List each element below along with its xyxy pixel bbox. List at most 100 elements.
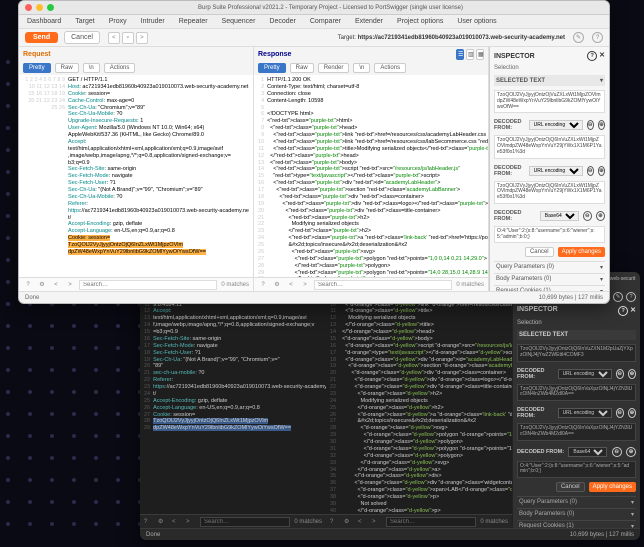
- add-icon[interactable]: ⊕: [596, 211, 605, 221]
- layout-combined-icon[interactable]: ▦: [476, 49, 484, 60]
- tab-pretty-res[interactable]: Pretty: [258, 63, 286, 73]
- encoding-select-3[interactable]: Base64: [540, 211, 579, 221]
- add-icon[interactable]: ⊕: [628, 369, 636, 379]
- remove-icon[interactable]: ⊖: [612, 447, 622, 457]
- tab-raw[interactable]: Raw: [55, 63, 79, 73]
- add-icon[interactable]: ⊕: [598, 120, 605, 130]
- tab-render-res[interactable]: Render: [318, 63, 350, 73]
- menu-extender[interactable]: Extender: [355, 18, 383, 25]
- decoded-value-2[interactable]: TzoQOlJ2VyJjyyjOntzOjQ6InVuZXLxWt1MjpZOV…: [494, 181, 605, 204]
- decoded-value-3[interactable]: O:4:"User":2:{s:8:"username";s:6:"wiener…: [494, 226, 605, 244]
- tab-actions-res[interactable]: Actions: [374, 63, 406, 73]
- help-icon[interactable]: ?: [587, 51, 597, 61]
- inspector-section[interactable]: Query Parameters (0)▾: [517, 496, 636, 508]
- search-settings-icon[interactable]: ⚙: [272, 280, 282, 290]
- search-help-icon[interactable]: ?: [144, 519, 154, 525]
- remove-icon[interactable]: ⊖: [587, 166, 594, 176]
- history-dropdown-icon[interactable]: ▾: [122, 32, 134, 44]
- search-prev-icon[interactable]: <: [358, 519, 368, 525]
- response-search-input[interactable]: [314, 280, 452, 290]
- history-forward-icon[interactable]: >: [136, 32, 148, 44]
- menu-comparer[interactable]: Comparer: [310, 18, 341, 25]
- menu-user-options[interactable]: User options: [457, 18, 496, 25]
- help-icon[interactable]: ?: [618, 306, 628, 316]
- add-icon[interactable]: ⊕: [598, 166, 605, 176]
- inspector-section[interactable]: Body Parameters (0)▾: [517, 508, 636, 520]
- menu-project-options[interactable]: Project options: [397, 18, 443, 25]
- layout-horizontal-icon[interactable]: ☰: [456, 49, 464, 60]
- search-next-icon[interactable]: >: [372, 519, 382, 525]
- edit-target-icon[interactable]: ✎: [573, 32, 584, 43]
- send-button[interactable]: Send: [25, 32, 58, 43]
- search-settings-icon[interactable]: ⚙: [37, 280, 47, 290]
- menu-dashboard[interactable]: Dashboard: [27, 18, 61, 25]
- decoded-value-1[interactable]: TzoQOlJ2VyJjyyjOntzOjQ6InVuZXLxWt1MjpZOV…: [494, 135, 605, 158]
- minimize-icon[interactable]: [36, 4, 43, 11]
- encoding-select[interactable]: URL encoding: [558, 408, 612, 418]
- search-next-icon[interactable]: >: [65, 280, 75, 290]
- search-settings-icon[interactable]: ⚙: [344, 518, 354, 525]
- help-icon[interactable]: ?: [626, 292, 636, 302]
- request-search-input[interactable]: [79, 280, 217, 290]
- close-icon[interactable]: [25, 4, 32, 11]
- request-search-input-dark[interactable]: [200, 517, 290, 527]
- response-search-input-dark[interactable]: [386, 517, 476, 527]
- inspector-section[interactable]: Query Parameters (0)▾: [494, 261, 605, 273]
- apply-changes-button[interactable]: Apply changes: [589, 482, 636, 492]
- search-next-icon[interactable]: >: [186, 519, 196, 525]
- menu-proxy[interactable]: Proxy: [109, 18, 127, 25]
- search-next-icon[interactable]: >: [300, 280, 310, 290]
- edit-icon[interactable]: ✎: [613, 292, 623, 302]
- menu-target[interactable]: Target: [75, 18, 94, 25]
- menu-repeater[interactable]: Repeater: [179, 18, 208, 25]
- search-prev-icon[interactable]: <: [172, 519, 182, 525]
- tab-raw-res[interactable]: Raw: [290, 63, 314, 73]
- search-prev-icon[interactable]: <: [286, 280, 296, 290]
- history-back-icon[interactable]: <: [108, 32, 120, 44]
- add-icon[interactable]: ⊕: [626, 447, 636, 457]
- encoding-select[interactable]: Base64: [568, 447, 607, 457]
- decoded-value-1[interactable]: TzoQOlJ2VyJjyyjOntzOjQ6InVaXpzOlNjJ4jYZN…: [517, 384, 636, 402]
- encoding-select-1[interactable]: URL encoding: [529, 120, 583, 130]
- add-icon[interactable]: ⊕: [628, 408, 636, 418]
- search-help-icon[interactable]: ?: [23, 280, 33, 290]
- response-viewer[interactable]: 1 2 3 4 5 6 7 8 9 10 11 12 13 14 15 16 1…: [254, 75, 488, 277]
- encoding-select[interactable]: URL encoding: [558, 369, 612, 379]
- selected-text-value[interactable]: TzoQOlJ2VyJjyyjOntzOjVuZXLxWt1MjpZOVlmdp…: [494, 90, 605, 113]
- cancel-button[interactable]: Cancel: [556, 482, 585, 492]
- menu-sequencer[interactable]: Sequencer: [222, 18, 256, 25]
- help-icon[interactable]: ?: [592, 32, 603, 43]
- menu-intruder[interactable]: Intruder: [141, 18, 165, 25]
- request-editor[interactable]: 1 2 3 4 5 6 7 8 9 10 11 12 13 14 15 16 1…: [19, 75, 253, 277]
- tab-actions[interactable]: Actions: [104, 63, 136, 73]
- cancel-button[interactable]: Cancel: [525, 247, 554, 257]
- close-icon[interactable]: ✕: [630, 307, 636, 314]
- decoded-value-3[interactable]: O:4:"User":2:{s:8:"username";s:6:"wiener…: [517, 461, 636, 479]
- search-settings-icon[interactable]: ⚙: [158, 518, 168, 525]
- decoded-row-3: DECODED FROM: Base64 ⊖⊕: [517, 447, 636, 457]
- remove-icon[interactable]: ⊖: [616, 408, 624, 418]
- close-icon[interactable]: ✕: [599, 52, 605, 59]
- remove-icon[interactable]: ⊖: [587, 120, 594, 130]
- encoding-select-2[interactable]: URL encoding: [529, 166, 583, 176]
- inspector-section[interactable]: Body Parameters (0)▾: [494, 273, 605, 285]
- search-help-icon[interactable]: ?: [258, 280, 268, 290]
- inspector-section[interactable]: Request Cookies (1)▾: [517, 520, 636, 528]
- remove-icon[interactable]: ⊖: [616, 369, 624, 379]
- cancel-button[interactable]: Cancel: [64, 31, 100, 44]
- request-editor-dark[interactable]: 7 8 9 10 11 12 13 14 15 16 17 18 19 20 2…: [140, 272, 326, 514]
- layout-vertical-icon[interactable]: ▥: [466, 49, 474, 60]
- remove-icon[interactable]: ⊖: [583, 211, 592, 221]
- status-bytes: 10,699 bytes | 127 millis: [570, 532, 634, 538]
- apply-changes-button[interactable]: Apply changes: [558, 247, 605, 257]
- menu-decoder[interactable]: Decoder: [269, 18, 295, 25]
- response-viewer-dark[interactable]: 6 7 8 9 10 11 12 13 14 15 16 17 18 19 20…: [326, 272, 512, 514]
- selected-text-value[interactable]: TzoQOlJ2VyJjyyjOntzOjQ6InVuZXN1M2pUaZjYX…: [517, 344, 636, 362]
- search-help-icon[interactable]: ?: [330, 519, 340, 525]
- tab-n[interactable]: \n: [83, 63, 100, 73]
- search-prev-icon[interactable]: <: [51, 280, 61, 290]
- maximize-icon[interactable]: [47, 4, 54, 11]
- tab-pretty[interactable]: Pretty: [23, 63, 51, 73]
- decoded-value-2[interactable]: TzoQOlJ2VyJjyyjOntzOjQ6InVaXpzOlNjJ4jYZN…: [517, 423, 636, 441]
- tab-n-res[interactable]: \n: [353, 63, 370, 73]
